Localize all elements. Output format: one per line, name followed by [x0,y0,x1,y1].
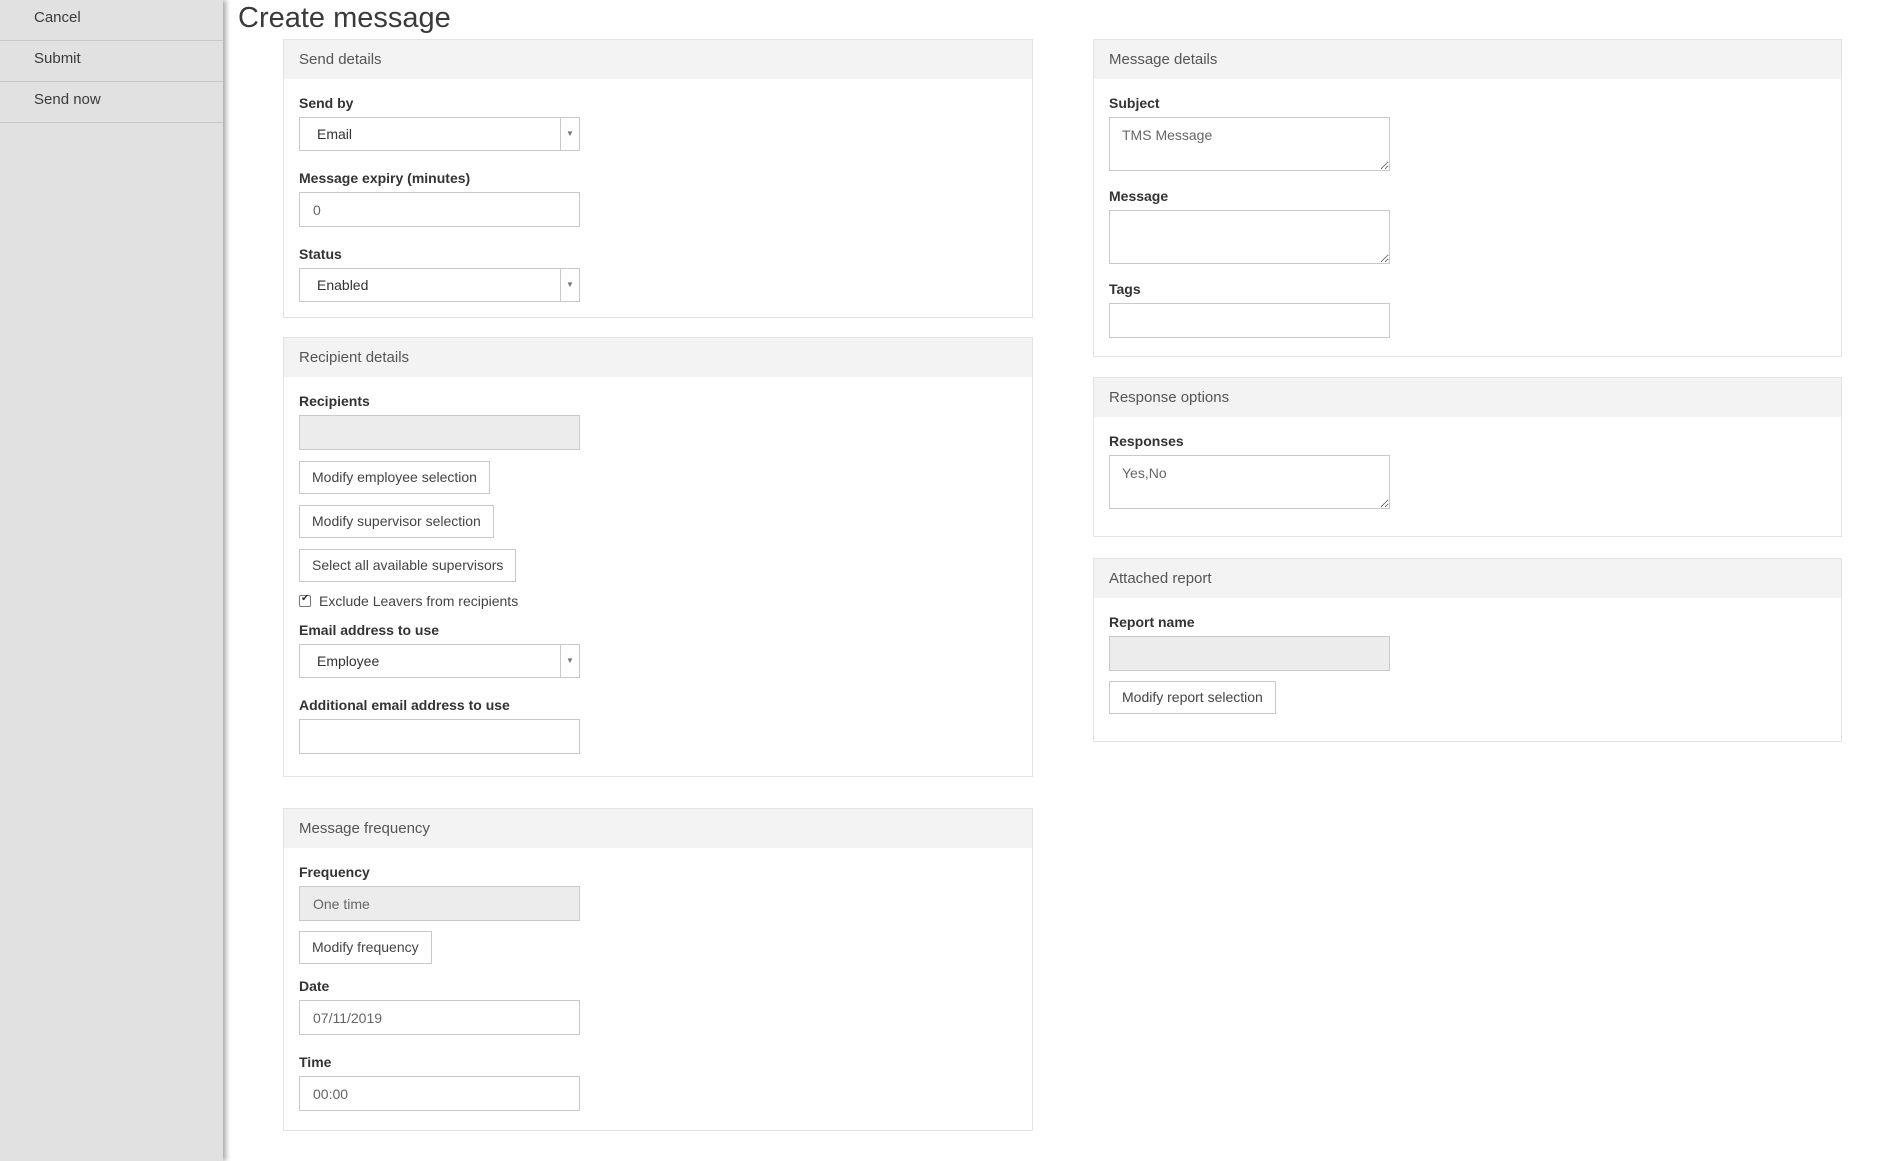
message-frequency-panel: Message frequency Frequency Modify frequ… [283,808,1033,1131]
send-now-button[interactable]: Send now [0,82,223,123]
modify-employee-selection-button[interactable]: Modify employee selection [299,461,490,494]
send-details-panel: Send details Send by Email ▼ Message exp… [283,39,1033,318]
email-address-value: Employee [317,653,380,669]
tags-input[interactable] [1109,303,1390,338]
subject-label: Subject [1109,95,1160,111]
send-by-select[interactable]: Email ▼ [299,117,580,151]
cancel-button[interactable]: Cancel [0,0,223,41]
frequency-field [299,886,580,921]
date-label: Date [299,978,330,994]
send-by-value: Email [317,126,353,142]
attached-report-panel: Attached report Report name Modify repor… [1093,558,1842,742]
send-by-label: Send by [299,95,354,111]
exclude-leavers-label: Exclude Leavers from recipients [319,593,519,609]
status-select[interactable]: Enabled ▼ [299,268,580,302]
response-options-panel: Response options Responses Yes,No [1093,377,1842,537]
page-title: Create message [238,2,451,34]
recipient-details-header: Recipient details [284,338,1032,377]
recipient-details-panel: Recipient details Recipients Modify empl… [283,337,1033,777]
send-details-header: Send details [284,40,1032,79]
recipients-field [299,415,580,450]
frequency-label: Frequency [299,864,370,880]
submit-button[interactable]: Submit [0,41,223,82]
message-frequency-header: Message frequency [284,809,1032,848]
message-details-header: Message details [1094,40,1841,79]
select-all-supervisors-button[interactable]: Select all available supervisors [299,549,517,582]
sidebar: Cancel Submit Send now [0,0,223,1161]
caret-down-icon: ▼ [560,645,579,677]
modify-frequency-button[interactable]: Modify frequency [299,931,432,964]
message-label: Message [1109,188,1169,204]
expiry-label: Message expiry (minutes) [299,170,471,186]
modify-report-selection-button[interactable]: Modify report selection [1109,681,1276,714]
status-value: Enabled [317,277,369,293]
additional-email-label: Additional email address to use [299,697,510,713]
subject-textarea[interactable]: TMS Message [1109,117,1390,171]
attached-report-header: Attached report [1094,559,1841,598]
email-address-select[interactable]: Employee ▼ [299,644,580,678]
email-address-label: Email address to use [299,622,440,638]
date-input[interactable] [299,1000,580,1035]
modify-supervisor-selection-button[interactable]: Modify supervisor selection [299,505,494,538]
time-input[interactable] [299,1076,580,1111]
caret-down-icon: ▼ [560,269,579,301]
recipients-label: Recipients [299,393,370,409]
caret-down-icon: ▼ [560,118,579,150]
exclude-leavers-checkbox[interactable] [299,593,311,607]
responses-textarea[interactable]: Yes,No [1109,455,1390,509]
message-details-panel: Message details Subject TMS Message Mess… [1093,39,1842,357]
response-options-header: Response options [1094,378,1841,417]
tags-label: Tags [1109,281,1141,297]
expiry-input[interactable] [299,192,580,227]
responses-label: Responses [1109,433,1184,449]
additional-email-input[interactable] [299,719,580,754]
time-label: Time [299,1054,332,1070]
status-label: Status [299,246,342,262]
exclude-leavers-row: Exclude Leavers from recipients [299,593,1017,609]
message-textarea[interactable] [1109,210,1390,264]
report-name-field [1109,636,1390,671]
report-name-label: Report name [1109,614,1195,630]
